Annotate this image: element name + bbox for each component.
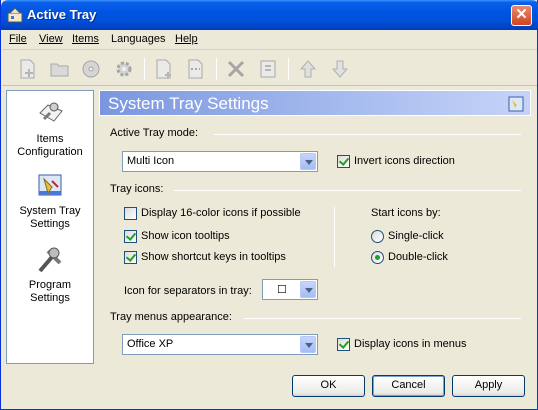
cancel-button[interactable]: Cancel	[372, 375, 445, 397]
window-title: Active Tray	[27, 7, 97, 22]
delete-icon[interactable]	[224, 57, 248, 81]
system-tray-settings-icon	[38, 174, 62, 196]
vertical-divider	[334, 207, 335, 267]
mode-group-label: Active Tray mode:	[110, 127, 203, 139]
nav-item-system-tray-settings[interactable]: System Tray Settings	[7, 169, 93, 233]
panel-title: System Tray Settings	[108, 94, 269, 113]
nav-label: Configuration	[17, 146, 83, 158]
new-item-icon[interactable]	[16, 57, 40, 81]
title-bar[interactable]: Active Tray ✕	[1, 0, 538, 30]
menus-style-select[interactable]: Office XP	[122, 334, 318, 355]
toolbar-separator	[144, 58, 145, 80]
checkbox-box[interactable]	[124, 251, 137, 264]
menu-view[interactable]: View	[39, 33, 63, 45]
separator-icon-select[interactable]: ☐	[262, 279, 318, 300]
menu-file[interactable]: File	[9, 33, 27, 45]
close-button[interactable]: ✕	[511, 5, 532, 26]
separator-icon-value: ☐	[277, 284, 287, 296]
nav-label: Settings	[30, 218, 70, 230]
new-document-icon[interactable]	[152, 57, 176, 81]
settings-panel: System Tray Settings Active Tray mode: M…	[99, 90, 531, 364]
start-icons-label: Start icons by:	[371, 207, 441, 219]
move-down-icon[interactable]	[328, 57, 352, 81]
menus-group-label: Tray menus appearance:	[110, 311, 236, 323]
show-tooltips-label: Show icon tooltips	[141, 230, 230, 242]
gear-icon[interactable]	[112, 57, 136, 81]
items-configuration-icon	[39, 102, 63, 122]
menu-help[interactable]: Help	[175, 33, 198, 45]
toolbar	[2, 51, 537, 86]
close-icon: ✕	[515, 6, 528, 23]
single-click-label: Single-click	[388, 230, 444, 242]
invert-icons-label: Invert icons direction	[354, 155, 455, 167]
double-click-label: Double-click	[388, 251, 448, 263]
ok-button[interactable]: OK	[292, 375, 365, 397]
app-icon	[7, 7, 23, 23]
properties-icon[interactable]	[256, 57, 280, 81]
tray-settings-icon	[508, 96, 524, 112]
divider	[214, 134, 521, 135]
menus-style-value: Office XP	[127, 338, 174, 350]
divider	[174, 190, 521, 191]
menu-items[interactable]: Items	[72, 33, 99, 45]
checkbox-box[interactable]	[124, 207, 137, 220]
chevron-down-icon[interactable]	[300, 281, 316, 298]
panel-header: System Tray Settings	[99, 90, 531, 116]
menu-bar: File View Items Languages Help	[2, 30, 537, 50]
nav-label: System Tray	[19, 205, 81, 217]
nav-item-items-configuration[interactable]: Items Configuration	[7, 95, 93, 161]
mode-select-value: Multi Icon	[127, 155, 175, 167]
apply-button[interactable]: Apply	[452, 375, 525, 397]
open-folder-icon[interactable]	[48, 57, 72, 81]
radio-circle[interactable]	[371, 251, 384, 264]
chevron-down-icon[interactable]	[300, 153, 316, 170]
menu-languages[interactable]: Languages	[111, 33, 165, 45]
radio-circle[interactable]	[371, 230, 384, 243]
nav-label: Program	[28, 279, 72, 291]
checkbox-box[interactable]	[337, 338, 350, 351]
checkbox-box[interactable]	[337, 155, 350, 168]
app-window: Active Tray ✕ File View Items Languages …	[0, 0, 538, 410]
divider	[244, 318, 521, 319]
mode-select[interactable]: Multi Icon	[122, 151, 318, 172]
disk-icon[interactable]	[80, 57, 104, 81]
separator-item-icon[interactable]	[184, 57, 208, 81]
nav-label: Items	[36, 133, 64, 145]
move-up-icon[interactable]	[296, 57, 320, 81]
program-settings-icon	[38, 247, 62, 273]
16-color-label: Display 16-color icons if possible	[141, 207, 301, 219]
tray-icons-group-label: Tray icons:	[110, 183, 168, 195]
toolbar-separator	[288, 58, 289, 80]
chevron-down-icon[interactable]	[300, 336, 316, 353]
show-shortcuts-label: Show shortcut keys in tooltips	[141, 251, 286, 263]
nav-label: Settings	[30, 292, 70, 304]
display-icons-label: Display icons in menus	[354, 338, 467, 350]
nav-item-program-settings[interactable]: Program Settings	[7, 243, 93, 307]
separator-icon-label: Icon for separators in tray:	[124, 285, 252, 297]
settings-nav: Items Configuration System Tray Settings…	[6, 90, 94, 364]
toolbar-separator	[216, 58, 217, 80]
checkbox-box[interactable]	[124, 230, 137, 243]
